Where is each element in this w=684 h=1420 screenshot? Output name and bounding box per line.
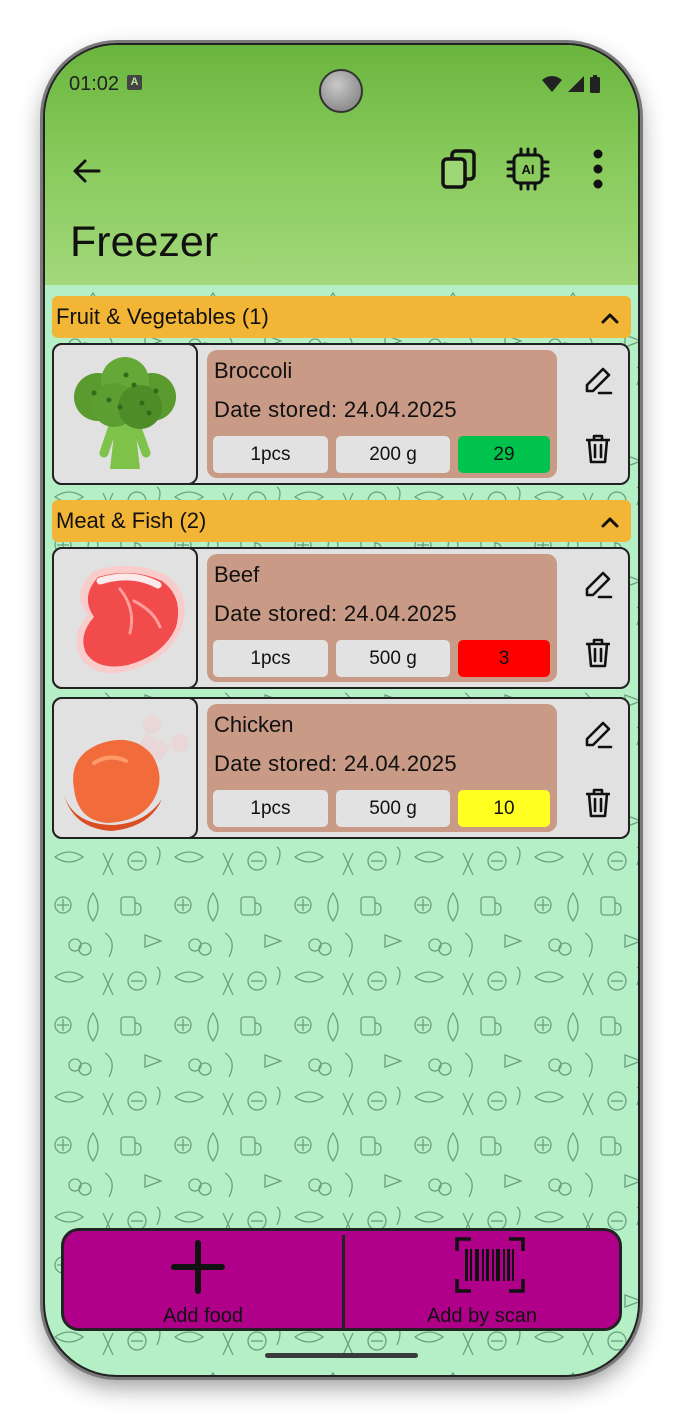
broccoli-image — [74, 357, 176, 469]
food-image — [52, 343, 198, 485]
chicken-image — [64, 716, 189, 831]
quantity-chip: 1pcs — [213, 640, 328, 677]
weight-chip: 500 g — [336, 790, 450, 827]
add-by-scan-button[interactable]: Add by scan — [345, 1231, 619, 1328]
home-indicator[interactable] — [265, 1353, 418, 1358]
food-info: Beef Date stored: 24.04.2025 1pcs 500 g … — [207, 554, 557, 682]
edit-icon[interactable] — [581, 569, 615, 603]
barcode-scan-icon — [455, 1237, 525, 1293]
edit-icon[interactable] — [581, 719, 615, 753]
add-food-button[interactable]: Add food — [64, 1231, 342, 1328]
steak-image — [76, 565, 185, 674]
quantity-chip: 1pcs — [213, 436, 328, 473]
category-header-meat-fish[interactable]: Meat & Fish (2) — [52, 500, 631, 542]
days-left-badge: 3 — [458, 640, 550, 677]
app-bar: 01:02 A AI Freezer — [45, 45, 638, 285]
days-left-badge: 29 — [458, 436, 550, 473]
weight-chip: 200 g — [336, 436, 450, 473]
date-stored: Date stored: 24.04.2025 — [214, 397, 457, 422]
quantity-chip: 1pcs — [213, 790, 328, 827]
notification-icon: A — [127, 75, 142, 90]
add-by-scan-label: Add by scan — [426, 1305, 538, 1327]
phone-frame: 01:02 A AI Freezer Fruit & Vegetables (1… — [45, 45, 638, 1375]
page-title: Freezer — [70, 218, 219, 266]
food-card-broccoli[interactable]: Broccoli Date stored: 24.04.2025 1pcs 20… — [52, 343, 630, 485]
category-header-fruit-vegetables[interactable]: Fruit & Vegetables (1) — [52, 296, 631, 338]
food-info: Broccoli Date stored: 24.04.2025 1pcs 20… — [207, 350, 557, 478]
battery-icon — [590, 75, 600, 93]
food-image — [52, 697, 198, 839]
add-food-label: Add food — [162, 1305, 244, 1327]
category-title: Meat & Fish (2) — [56, 508, 207, 533]
more-vertical-icon[interactable] — [576, 146, 622, 192]
category-title: Fruit & Vegetables (1) — [56, 304, 269, 329]
wifi-icon — [542, 76, 562, 92]
food-card-chicken[interactable]: Chicken Date stored: 24.04.2025 1pcs 500… — [52, 697, 630, 839]
food-name: Chicken — [214, 712, 294, 737]
weight-chip: 500 g — [336, 640, 450, 677]
food-card-beef[interactable]: Beef Date stored: 24.04.2025 1pcs 500 g … — [52, 547, 630, 689]
food-name: Beef — [214, 562, 260, 587]
days-left-badge: 10 — [458, 790, 550, 827]
food-list: Fruit & Vegetables (1) Broccoli Date sto… — [45, 285, 638, 1375]
chevron-up-icon[interactable] — [599, 511, 621, 533]
status-time: 01:02 — [69, 73, 120, 95]
date-stored: Date stored: 24.04.2025 — [214, 601, 457, 626]
copy-icon[interactable] — [438, 146, 484, 192]
food-name: Broccoli — [214, 358, 293, 383]
food-image — [52, 547, 198, 689]
delete-icon[interactable] — [581, 636, 615, 670]
bottom-action-bar: Add food Add by scan — [61, 1228, 622, 1331]
ai-chip-icon[interactable]: AI — [505, 146, 551, 192]
plus-icon — [171, 1240, 225, 1294]
camera-cutout — [319, 69, 363, 113]
back-arrow-icon[interactable] — [69, 153, 105, 189]
date-stored: Date stored: 24.04.2025 — [214, 751, 457, 776]
chevron-up-icon[interactable] — [599, 307, 621, 329]
delete-icon[interactable] — [581, 432, 615, 466]
svg-text:AI: AI — [522, 162, 535, 177]
edit-icon[interactable] — [581, 365, 615, 399]
delete-icon[interactable] — [581, 786, 615, 820]
status-icons — [542, 75, 600, 93]
food-info: Chicken Date stored: 24.04.2025 1pcs 500… — [207, 704, 557, 832]
signal-icon — [568, 76, 584, 92]
